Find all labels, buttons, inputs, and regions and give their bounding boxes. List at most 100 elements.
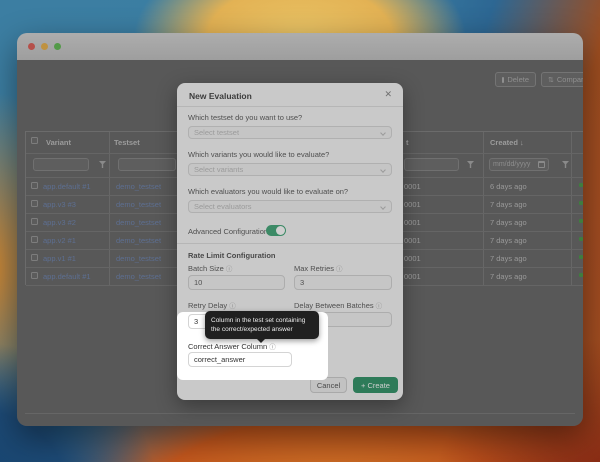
trash-icon	[502, 77, 504, 83]
testset-question-label: Which testset do you want to use?	[188, 113, 302, 122]
evaluators-select-placeholder: Select evaluators	[194, 202, 252, 211]
calendar-icon[interactable]	[538, 161, 545, 168]
delay-between-batches-label: Delay Between Batches	[294, 300, 382, 310]
row-checkbox[interactable]	[31, 272, 38, 279]
table-footer-divider	[25, 413, 575, 414]
advanced-configuration-label: Advanced Configuration	[188, 227, 268, 236]
modal-title: New Evaluation	[189, 91, 252, 101]
cell-fragment: 0001	[404, 218, 421, 227]
created-cell: 6 days ago	[490, 182, 527, 191]
traffic-lights	[28, 43, 61, 50]
minimize-window-button[interactable]	[41, 43, 48, 50]
compare-button-label: Compare	[557, 75, 583, 84]
divider	[177, 106, 403, 107]
variant-link[interactable]: app.default #1	[43, 182, 91, 191]
variants-select-placeholder: Select variants	[194, 165, 243, 174]
max-retries-label-text: Max Retries	[294, 264, 334, 273]
testset-link[interactable]: demo_testset	[116, 272, 161, 281]
testset-select-placeholder: Select testset	[194, 128, 239, 137]
filter-icon[interactable]	[99, 161, 106, 168]
cell-fragment: 0001	[404, 272, 421, 281]
row-checkbox[interactable]	[31, 200, 38, 207]
create-button[interactable]: + Create	[353, 377, 398, 393]
variant-link[interactable]: app.v3 #2	[43, 218, 76, 227]
advanced-configuration-toggle[interactable]	[266, 225, 286, 236]
swap-icon: ⇅	[548, 76, 554, 84]
testset-link[interactable]: demo_testset	[116, 182, 161, 191]
divider	[177, 243, 403, 244]
window-titlebar[interactable]	[17, 33, 583, 60]
close-window-button[interactable]	[28, 43, 35, 50]
retry-delay-label: Retry Delay	[188, 300, 236, 310]
evaluators-select[interactable]: Select evaluators	[188, 200, 392, 213]
status-dot	[579, 237, 583, 241]
row-checkbox[interactable]	[31, 182, 38, 189]
variants-question-label: Which variants you would like to evaluat…	[188, 150, 329, 159]
batch-size-input[interactable]	[188, 275, 285, 290]
created-cell: 7 days ago	[490, 254, 527, 263]
chevron-down-icon	[380, 130, 386, 136]
cell-fragment: 0001	[404, 236, 421, 245]
cancel-button-label: Cancel	[317, 381, 340, 390]
testset-link[interactable]: demo_testset	[116, 236, 161, 245]
status-dot	[579, 219, 583, 223]
info-icon[interactable]	[376, 303, 383, 310]
create-button-label: Create	[367, 381, 390, 390]
row-checkbox[interactable]	[31, 254, 38, 261]
variant-link[interactable]: app.v2 #1	[43, 236, 76, 245]
variant-link[interactable]: app.v1 #1	[43, 254, 76, 263]
cell-fragment: 0001	[404, 200, 421, 209]
testset-link[interactable]: demo_testset	[116, 218, 161, 227]
row-checkbox[interactable]	[31, 236, 38, 243]
created-cell: 7 days ago	[490, 218, 527, 227]
column-header-created[interactable]: Created ↓	[490, 138, 524, 147]
zoom-window-button[interactable]	[54, 43, 61, 50]
tooltip-arrow	[257, 339, 265, 343]
testset-link[interactable]: demo_testset	[116, 254, 161, 263]
created-cell: 7 days ago	[490, 272, 527, 281]
plus-icon: +	[361, 381, 365, 390]
delete-button-label: Delete	[507, 75, 529, 84]
variant-link[interactable]: app.default #1	[43, 272, 91, 281]
testset-link[interactable]: demo_testset	[116, 200, 161, 209]
toggle-knob	[276, 226, 285, 235]
tour-tooltip: Column in the test set containing the co…	[205, 311, 319, 339]
status-dot	[579, 273, 583, 277]
column-header-testset[interactable]: Testset	[114, 138, 140, 147]
evaluators-question-label: Which evaluators you would like to evalu…	[188, 187, 348, 196]
select-all-checkbox[interactable]	[31, 137, 38, 144]
info-icon[interactable]	[226, 266, 233, 273]
info-icon[interactable]	[229, 303, 236, 310]
filter-icon[interactable]	[467, 161, 474, 168]
testset-select[interactable]: Select testset	[188, 126, 392, 139]
status-dot	[579, 201, 583, 205]
compare-button[interactable]: ⇅ Compare	[541, 72, 583, 87]
info-icon[interactable]	[269, 344, 276, 351]
filter-icon[interactable]	[562, 161, 569, 168]
created-header-label: Created	[490, 138, 518, 147]
column-header-fragment[interactable]: t	[406, 138, 409, 147]
delete-button[interactable]: Delete	[495, 72, 536, 87]
cell-fragment: 0001	[404, 182, 421, 191]
variant-link[interactable]: app.v3 #3	[43, 200, 76, 209]
hidden-filter-input[interactable]	[404, 158, 459, 171]
cell-fragment: 0001	[404, 254, 421, 263]
row-checkbox[interactable]	[31, 218, 38, 225]
variants-select[interactable]: Select variants	[188, 163, 392, 176]
column-header-variant[interactable]: Variant	[46, 138, 71, 147]
close-icon[interactable]: ✕	[384, 89, 392, 100]
sort-descending-icon: ↓	[520, 138, 524, 147]
created-cell: 7 days ago	[490, 200, 527, 209]
variant-filter-input[interactable]	[33, 158, 89, 171]
chevron-down-icon	[380, 167, 386, 173]
max-retries-input[interactable]	[294, 275, 392, 290]
info-icon[interactable]	[336, 266, 343, 273]
status-dot	[579, 255, 583, 259]
testset-filter-input[interactable]	[118, 158, 176, 171]
tooltip-line2: the correct/expected answer	[211, 325, 313, 334]
status-dot	[579, 183, 583, 187]
correct-answer-column-input[interactable]	[188, 352, 292, 367]
created-date-filter[interactable]: mm/dd/yyyy	[489, 158, 549, 171]
created-cell: 7 days ago	[490, 236, 527, 245]
rate-limit-section-title: Rate Limit Configuration	[188, 251, 276, 260]
